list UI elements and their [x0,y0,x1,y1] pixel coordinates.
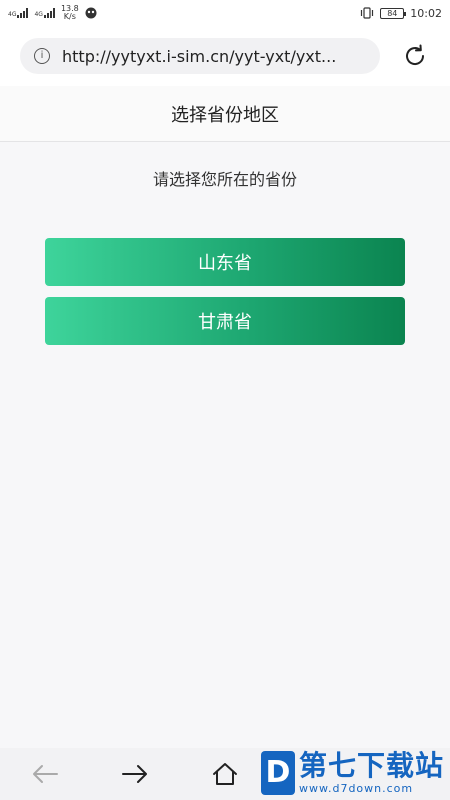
signal-indicator-1: 4G [8,8,29,18]
province-prompt: 请选择您所在的省份 [152,170,297,189]
home-button[interactable] [180,748,270,800]
notification-icon [85,7,97,19]
network-type-1: 4G [8,11,17,18]
province-button-label: 甘肃省 [198,312,252,333]
signal-bars-icon [17,8,29,18]
signal-bars-icon [43,8,55,18]
speed-unit: K/s [63,12,76,21]
page-title-bar: 选择省份地区 [0,86,450,142]
watermark-logo: D [260,750,295,795]
battery-indicator: 84 [380,7,407,19]
url-text[interactable]: http://yytyxt.i-sim.cn/yyt-yxt/yxt... [62,47,336,66]
info-icon[interactable]: i [34,48,50,64]
browser-toolbar: i http://yytyxt.i-sim.cn/yyt-yxt/yxt... [0,26,450,86]
back-button[interactable] [0,748,90,800]
back-arrow-icon [33,765,58,783]
page-title: 选择省份地区 [171,104,279,126]
watermark-title: 第七下载站 [298,749,444,782]
address-bar[interactable]: i http://yytyxt.i-sim.cn/yyt-yxt/yxt... [20,38,380,74]
status-bar: 4G 4G 13.8 K/s 84 10:02 [0,0,450,26]
watermark-site: www.d7down.com [298,782,414,795]
province-button-label: 山东省 [198,253,252,274]
network-type-2: 4G [34,11,43,18]
vibrate-icon [361,7,374,19]
province-button-shandong[interactable]: 山东省 [45,238,405,286]
network-speed: 13.8 K/s [61,5,79,21]
clock: 10:02 [410,6,442,20]
watermark: D 第七下载站 www.d7down.com [260,749,444,795]
signal-indicator-2: 4G [34,8,55,18]
reload-icon[interactable] [402,43,428,69]
home-icon [213,763,237,785]
forward-button[interactable] [90,748,180,800]
province-button-gansu[interactable]: 甘肃省 [45,297,405,345]
forward-arrow-icon [122,765,147,783]
